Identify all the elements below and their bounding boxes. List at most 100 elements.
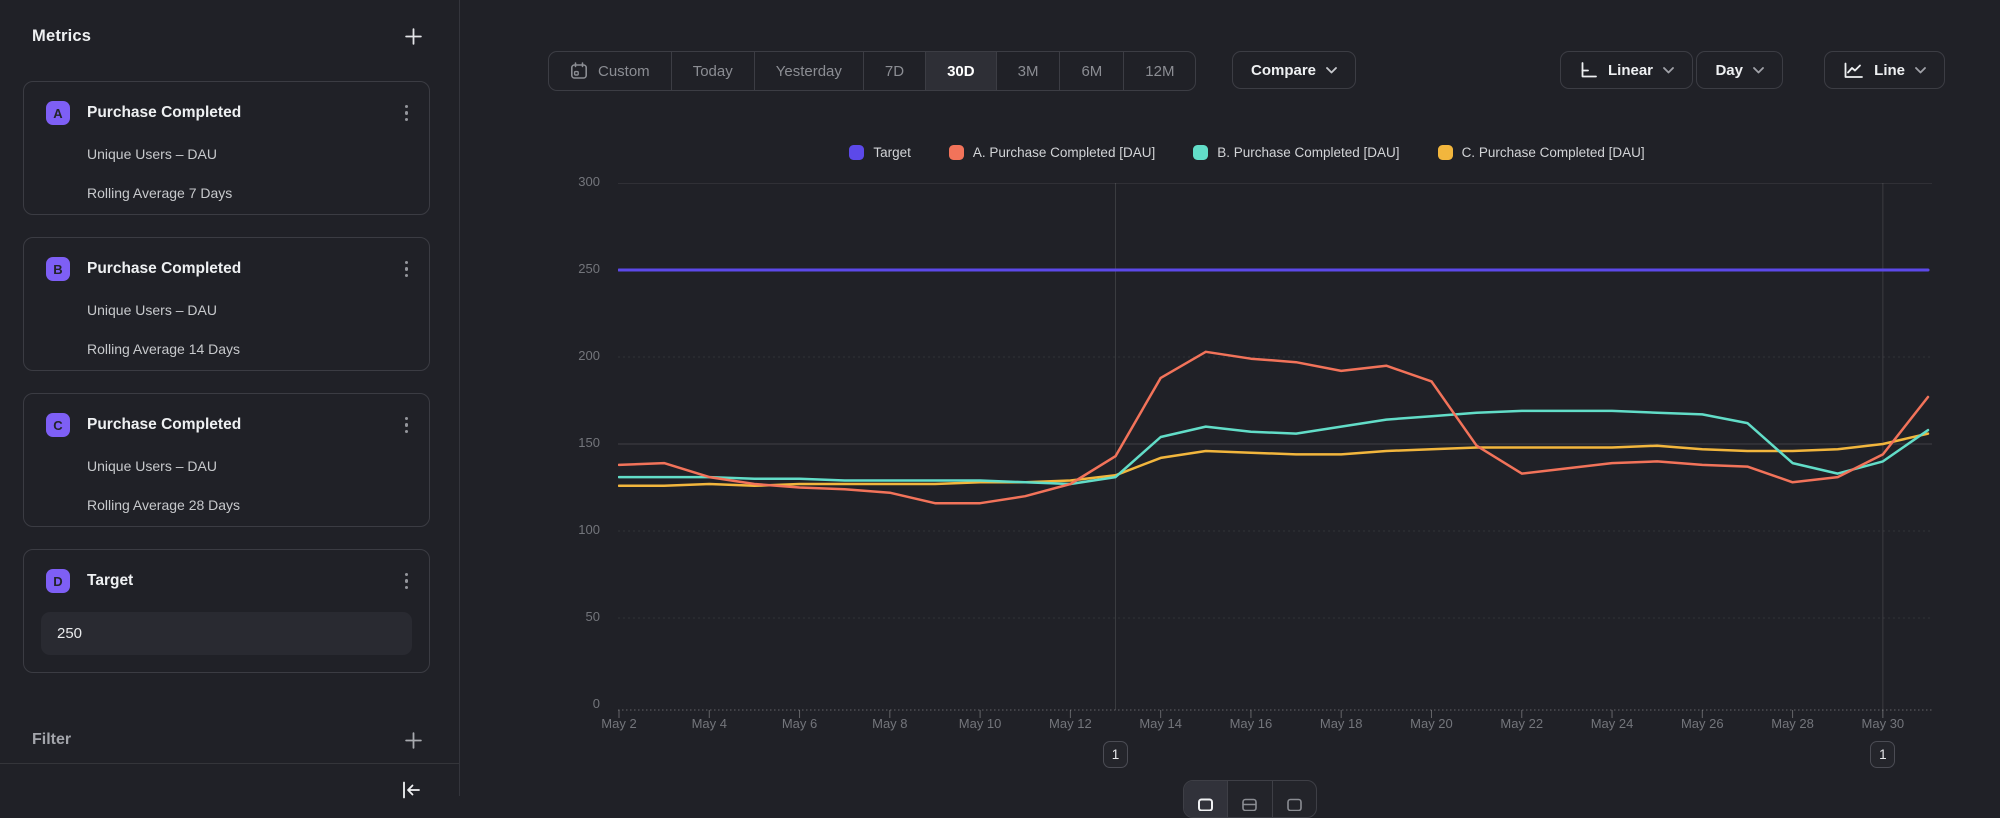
axis-scale-label: Linear [1608,62,1653,79]
x-axis-label: May 8 [848,716,932,731]
collapse-sidebar-button[interactable] [400,781,422,799]
x-axis-label: May 30 [1841,716,1925,731]
legend-item-a[interactable]: A. Purchase Completed [DAU] [949,145,1155,160]
chart-panel: Custom TodayYesterday 7D 30D 3M6M12M Compare… [460,0,2000,796]
chevron-down-icon [1753,67,1764,74]
sidebar-header: Metrics [32,22,423,50]
interval-label: Day [1715,62,1743,79]
legend-label: Target [873,145,911,160]
metric-measure-label: Unique Users – DAU [87,458,409,474]
metric-options-button[interactable] [402,258,411,280]
legend-item-b[interactable]: B. Purchase Completed [DAU] [1193,145,1399,160]
target-value-input[interactable] [41,612,412,655]
x-axis-label: May 24 [1570,716,1654,731]
line-chart-icon [1843,62,1864,79]
chart-view-button[interactable] [1184,781,1227,817]
legend-swatch [1193,145,1208,160]
collapse-left-icon [400,781,422,799]
range-option-3m[interactable]: 3M [996,52,1060,90]
chevron-down-icon [1915,67,1926,74]
compare-label: Compare [1251,62,1316,79]
legend-label: B. Purchase Completed [DAU] [1217,145,1399,160]
metric-options-button[interactable] [402,102,411,124]
y-axis-label-100: 100 [520,522,600,537]
legend-swatch [849,145,864,160]
x-axis-label: May 6 [758,716,842,731]
x-axis-label: May 22 [1480,716,1564,731]
range-option-label: 7D [885,63,904,80]
linear-scale-icon [1579,61,1598,79]
annotation-badge[interactable]: 1 [1870,741,1895,768]
legend-swatch [949,145,964,160]
target-card: D Target [23,549,430,673]
x-axis-label: May 4 [667,716,751,731]
chart-canvas [618,183,1932,728]
line-chart[interactable] [618,183,1932,728]
range-option-label: Custom [598,63,650,80]
metric-title: Purchase Completed [87,416,402,434]
metric-measure-label: Unique Users – DAU [87,302,409,318]
compare-button[interactable]: Compare [1232,51,1356,89]
legend-label: C. Purchase Completed [DAU] [1462,145,1645,160]
legend-item-c[interactable]: C. Purchase Completed [DAU] [1438,145,1645,160]
x-axis-label: May 2 [577,716,661,731]
metric-card-header: D Target [46,569,411,593]
x-axis-label: May 28 [1751,716,1835,731]
table-view-button[interactable] [1272,781,1316,817]
x-axis-label: May 18 [1299,716,1383,731]
metric-badge-c: C [46,413,70,437]
metric-title: Purchase Completed [87,260,402,278]
split-view-icon [1241,798,1258,811]
interval-button[interactable]: Day [1696,51,1783,89]
plus-icon [404,731,423,750]
plus-icon [404,27,423,46]
filter-section-title: Filter [32,731,71,749]
split-view-button[interactable] [1227,781,1271,817]
annotation-badge[interactable]: 1 [1103,741,1128,768]
x-axis-label: May 12 [1028,716,1112,731]
chevron-down-icon [1326,67,1337,74]
filter-section-header: Filter [32,726,423,754]
metrics-sidebar: Metrics A Purchase Completed Unique Users … [0,0,460,796]
x-axis-label: May 10 [938,716,1022,731]
x-axis-label: May 14 [1119,716,1203,731]
metric-title: Purchase Completed [87,104,402,122]
legend-swatch [1438,145,1453,160]
calendar-icon [570,62,588,80]
analytics-dashboard: Metrics A Purchase Completed Unique Users … [0,0,2000,796]
range-option-7d[interactable]: 7D [863,52,925,90]
range-option-6m[interactable]: 6M [1059,52,1123,90]
x-axis-label: May 16 [1209,716,1293,731]
metric-badge-d: D [46,569,70,593]
chart-legend: Target A. Purchase Completed [DAU] B. Purc… [560,145,1934,160]
range-option-yesterday[interactable]: Yesterday [754,52,863,90]
metric-card-header: B Purchase Completed [46,257,411,281]
target-title: Target [87,572,402,590]
range-option-today[interactable]: Today [671,52,754,90]
add-filter-button[interactable] [404,731,423,750]
axis-scale-button[interactable]: Linear [1560,51,1693,89]
metric-options-button[interactable] [402,414,411,436]
range-option-custom[interactable]: Custom [549,52,671,90]
chevron-down-icon [1663,67,1674,74]
view-toggle [1183,780,1317,818]
range-option-30d[interactable]: 30D [925,52,996,90]
metric-measure-label: Unique Users – DAU [87,146,409,162]
metric-options-button[interactable] [402,570,411,592]
series-line-c [619,434,1928,486]
chart-type-button[interactable]: Line [1824,51,1945,89]
y-axis-label-250: 250 [520,261,600,276]
y-axis-label-50: 50 [520,609,600,624]
legend-label: A. Purchase Completed [DAU] [973,145,1155,160]
x-axis-label: May 26 [1660,716,1744,731]
range-option-label: 30D [947,63,975,80]
add-metric-button[interactable] [404,27,423,46]
table-view-icon [1286,798,1303,811]
metric-badge-a: A [46,101,70,125]
metric-card-c: CPurchase CompletedUnique Users – DAURol… [23,393,430,527]
metric-transform-label: Rolling Average 7 Days [87,185,409,201]
range-option-12m[interactable]: 12M [1123,52,1195,90]
legend-item-target[interactable]: Target [849,145,911,160]
metric-card-header: A Purchase Completed [46,101,411,125]
metric-badge-b: B [46,257,70,281]
